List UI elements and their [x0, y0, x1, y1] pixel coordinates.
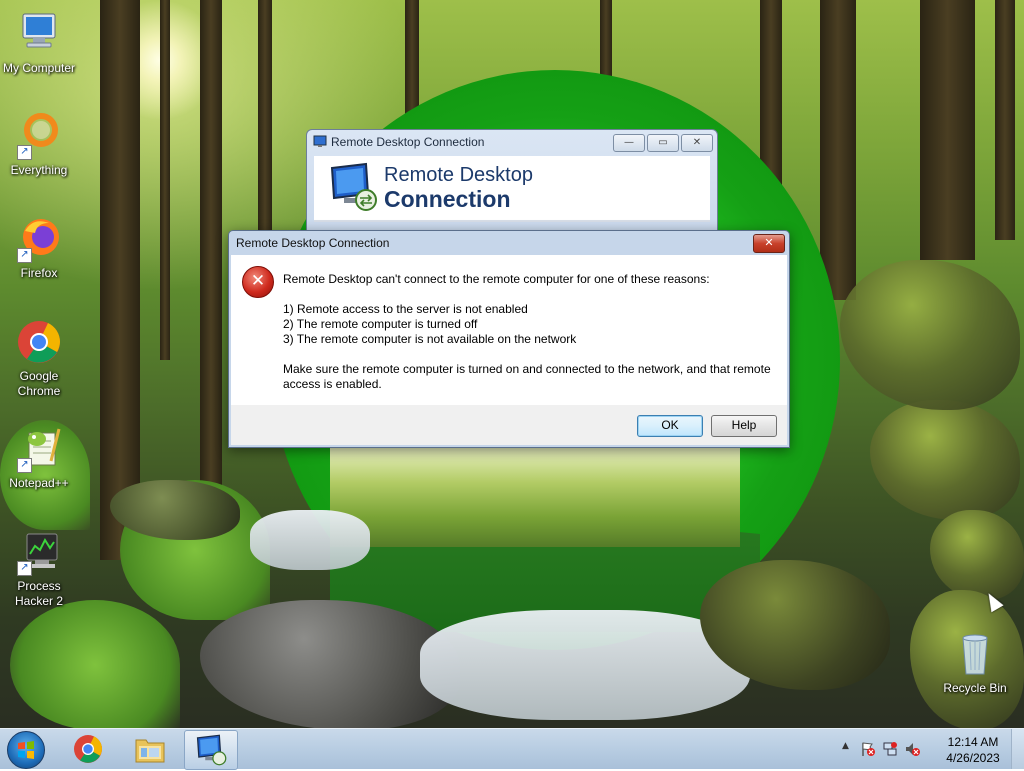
system-tray: ▲ 12:14 AM 4/26/2023 [834, 729, 1024, 769]
show-hidden-icons-button[interactable]: ▲ [842, 741, 849, 751]
start-button[interactable] [7, 731, 45, 769]
chrome-icon [15, 318, 63, 366]
desktop-icon-google-chrome[interactable]: Google Chrome [0, 318, 78, 399]
desktop-icon-my-computer[interactable]: My Computer [0, 10, 78, 76]
minimize-button[interactable]: — [613, 134, 645, 152]
rdc-banner: Remote Desktop Connection [314, 156, 710, 222]
banner-title-line2: Connection [384, 186, 511, 212]
remote-desktop-icon [196, 734, 227, 766]
error-intro: Remote Desktop can't connect to the remo… [283, 272, 710, 286]
shortcut-arrow-icon: ↗ [17, 145, 32, 160]
desktop-icon-notepad-plus-plus[interactable]: ↗ Notepad++ [0, 425, 78, 491]
remote-desktop-window[interactable]: Remote Desktop Connection — ▭ ✕ Remote D… [306, 129, 718, 241]
dialog-body: ✕ Remote Desktop can't connect to the re… [231, 255, 787, 405]
reason-item: 2) The remote computer is turned off [283, 317, 478, 331]
clock-time: 12:14 AM [947, 735, 999, 749]
firefox-icon: ↗ [15, 215, 63, 263]
show-desktop-button[interactable] [1011, 729, 1024, 769]
banner-title-line1: Remote Desktop [384, 164, 533, 186]
taskbar-remote-desktop[interactable] [184, 730, 238, 770]
error-icon: ✕ [242, 266, 274, 298]
taskbar-file-explorer[interactable] [124, 730, 176, 768]
error-dialog[interactable]: Remote Desktop Connection ✕ ✕ Remote Des… [228, 230, 790, 448]
shortcut-arrow-icon: ↗ [17, 248, 32, 263]
reason-list: 1) Remote access to the server is not en… [283, 302, 778, 347]
taskbar-clock[interactable]: 12:14 AM 4/26/2023 [942, 734, 1004, 766]
process-hacker-icon: ↗ [15, 528, 63, 576]
shortcut-arrow-icon: ↗ [17, 458, 32, 473]
help-button[interactable]: Help [711, 415, 777, 437]
desktop-icon-firefox[interactable]: ↗ Firefox [0, 215, 78, 281]
shortcut-arrow-icon: ↗ [17, 561, 32, 576]
dialog-message: Remote Desktop can't connect to the remo… [283, 272, 778, 407]
dialog-title: Remote Desktop Connection [236, 236, 390, 250]
desktop-icon-label: My Computer [2, 61, 76, 75]
notepad-plus-plus-icon: ↗ [15, 425, 63, 473]
desktop-icon-everything[interactable]: ↗ Everything [0, 112, 78, 178]
window-title: Remote Desktop Connection [331, 135, 485, 149]
desktop-icon-recycle-bin[interactable]: Recycle Bin [936, 630, 1014, 696]
everything-search-icon: ↗ [15, 112, 63, 160]
desktop-icon-label: Everything [10, 163, 68, 177]
maximize-button[interactable]: ▭ [647, 134, 679, 152]
ok-button[interactable]: OK [637, 415, 703, 437]
remote-desktop-icon [313, 135, 327, 147]
dialog-button-bar: OK Help [231, 405, 787, 445]
desktop-icon-label: Notepad++ [9, 476, 69, 490]
taskbar-chrome[interactable] [62, 730, 114, 768]
reason-item: 3) The remote computer is not available … [283, 332, 577, 346]
desktop-icon-process-hacker[interactable]: ↗ Process Hacker 2 [0, 528, 78, 609]
error-advice: Make sure the remote computer is turned … [283, 362, 771, 391]
desktop-icon-label: Firefox [20, 266, 58, 280]
remote-desktop-logo-icon [330, 162, 377, 211]
reason-item: 1) Remote access to the server is not en… [283, 302, 528, 316]
desktop-icon-label: Google Chrome [17, 369, 61, 398]
taskbar: ▲ 12:14 AM 4/26/2023 [0, 728, 1024, 770]
desktop-icon-label: Recycle Bin [943, 681, 1007, 695]
window-controls: — ▭ ✕ [613, 134, 713, 152]
volume-muted-icon[interactable] [904, 741, 920, 757]
action-center-flag-icon[interactable] [860, 741, 876, 757]
windows-logo-icon [18, 741, 34, 759]
file-explorer-icon [135, 739, 165, 763]
close-button[interactable]: ✕ [681, 134, 713, 152]
network-icon[interactable] [882, 741, 898, 757]
computer-icon [15, 10, 63, 58]
dialog-close-button[interactable]: ✕ [753, 234, 785, 253]
desktop-icon-label: Process Hacker 2 [14, 579, 64, 608]
recycle-bin-icon [951, 630, 999, 678]
chrome-icon [74, 735, 103, 763]
clock-date: 4/26/2023 [946, 751, 1000, 765]
